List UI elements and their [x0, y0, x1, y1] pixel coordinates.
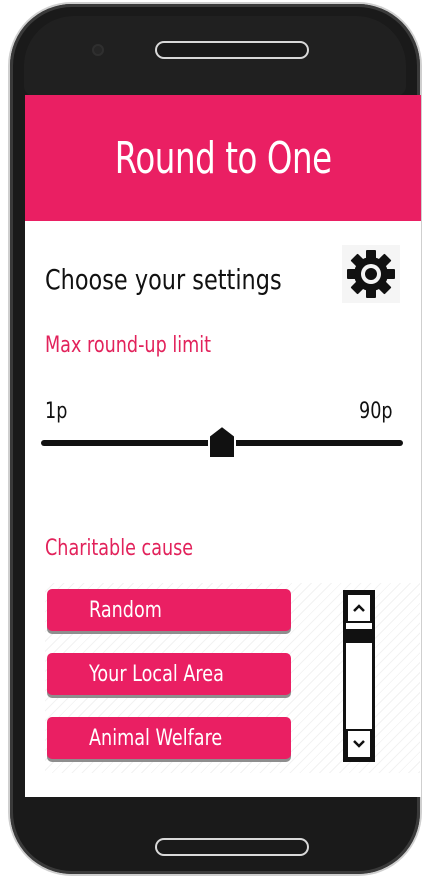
cause-label: Charitable cause	[45, 536, 194, 561]
cause-option-animal-welfare[interactable]: Animal Welfare	[47, 717, 291, 759]
camera-icon	[92, 44, 104, 56]
cause-option-random[interactable]: Random	[47, 589, 291, 631]
settings-title: Choose your settings	[45, 263, 282, 296]
scroll-down-button[interactable]	[346, 729, 372, 759]
home-bar[interactable]	[157, 840, 307, 854]
app-title: Round to One	[114, 132, 332, 184]
slider-min-label: 1p	[45, 399, 68, 424]
app-screen: Round to One Choose your settings Max ro…	[25, 95, 421, 797]
cause-scrollbar[interactable]	[343, 590, 375, 762]
app-header: Round to One	[25, 95, 421, 221]
speaker-grille	[157, 43, 307, 57]
round-up-label: Max round-up limit	[45, 333, 212, 358]
cause-option-local-area[interactable]: Your Local Area	[47, 653, 291, 695]
gear-icon[interactable]	[342, 245, 400, 303]
chevron-down-icon	[353, 740, 365, 748]
scroll-up-button[interactable]	[346, 593, 372, 623]
slider-max-label: 90p	[359, 399, 393, 424]
slider-thumb[interactable]	[207, 424, 237, 460]
chevron-up-icon	[353, 604, 365, 612]
scrollbar-thumb[interactable]	[346, 629, 372, 643]
